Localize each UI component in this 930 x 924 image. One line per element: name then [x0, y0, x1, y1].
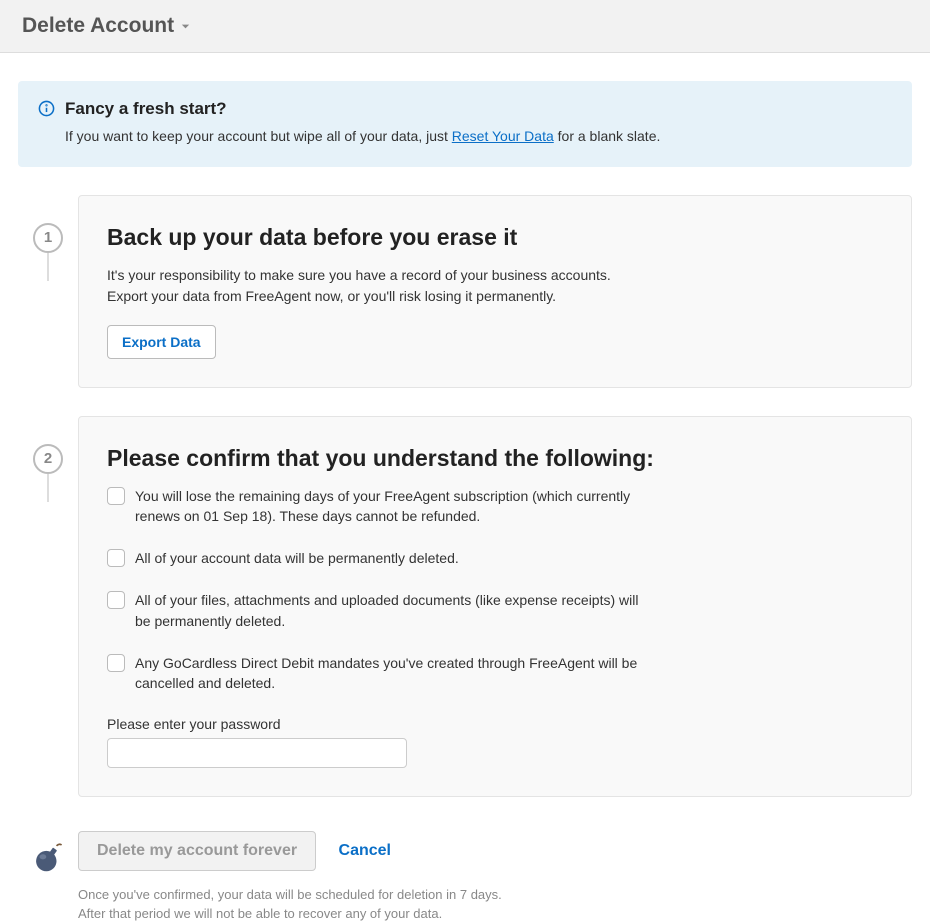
info-text: If you want to keep your account but wip…: [65, 127, 892, 147]
step-1-row: 1 Back up your data before you erase it …: [18, 195, 912, 416]
info-title: Fancy a fresh start?: [65, 99, 892, 119]
chevron-down-icon: [180, 21, 191, 32]
step-1-line2: Export your data from FreeAgent now, or …: [107, 288, 556, 304]
page-header: Delete Account: [0, 0, 930, 53]
step-connector: [47, 253, 49, 281]
password-input[interactable]: [107, 738, 407, 768]
export-data-button[interactable]: Export Data: [107, 325, 216, 359]
check-text-3: All of your files, attachments and uploa…: [135, 590, 655, 631]
final-note-line1: Once you've confirmed, your data will be…: [78, 887, 502, 902]
checkbox-files[interactable]: [107, 591, 125, 609]
step-2-card: Please confirm that you understand the f…: [78, 416, 912, 797]
step-1-card: Back up your data before you erase it It…: [78, 195, 912, 388]
step-2-row: 2 Please confirm that you understand the…: [18, 416, 912, 825]
final-note: Once you've confirmed, your data will be…: [78, 885, 912, 924]
check-text-4: Any GoCardless Direct Debit mandates you…: [135, 653, 655, 694]
step-1-text: It's your responsibility to make sure yo…: [107, 265, 883, 307]
step-2-badge: 2: [33, 444, 63, 474]
check-row-4: Any GoCardless Direct Debit mandates you…: [107, 653, 883, 694]
step-1-title: Back up your data before you erase it: [107, 224, 883, 251]
delete-account-button[interactable]: Delete my account forever: [78, 831, 316, 871]
page-title-text: Delete Account: [22, 14, 174, 38]
check-row-3: All of your files, attachments and uploa…: [107, 590, 883, 631]
bomb-icon: [31, 839, 65, 873]
final-note-line2: After that period we will not be able to…: [78, 906, 442, 921]
info-text-suffix: for a blank slate.: [554, 128, 661, 144]
check-text-1: You will lose the remaining days of your…: [135, 486, 655, 527]
checkbox-gocardless[interactable]: [107, 654, 125, 672]
checkbox-account-data[interactable]: [107, 549, 125, 567]
step-2-title: Please confirm that you understand the f…: [107, 445, 883, 472]
final-row: Delete my account forever Cancel Once yo…: [18, 825, 912, 924]
step-connector: [47, 474, 49, 502]
reset-data-link[interactable]: Reset Your Data: [452, 128, 554, 144]
page-title-dropdown[interactable]: Delete Account: [22, 14, 191, 38]
check-row-1: You will lose the remaining days of your…: [107, 486, 883, 527]
checkbox-subscription[interactable]: [107, 487, 125, 505]
info-icon: [38, 100, 55, 122]
cancel-link[interactable]: Cancel: [339, 842, 391, 859]
info-text-prefix: If you want to keep your account but wip…: [65, 128, 452, 144]
password-label: Please enter your password: [107, 716, 883, 732]
step-1-badge: 1: [33, 223, 63, 253]
check-row-2: All of your account data will be permane…: [107, 548, 883, 568]
info-banner: Fancy a fresh start? If you want to keep…: [18, 81, 912, 167]
check-text-2: All of your account data will be permane…: [135, 548, 459, 568]
step-1-line1: It's your responsibility to make sure yo…: [107, 267, 611, 283]
